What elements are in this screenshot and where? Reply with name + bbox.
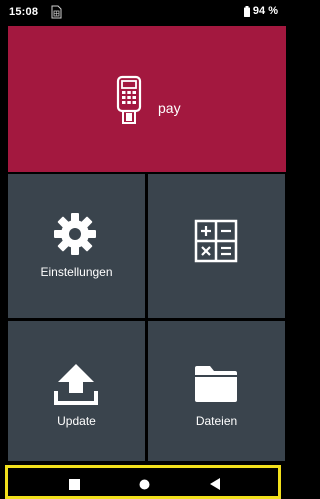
upload-icon — [54, 364, 98, 405]
recents-button[interactable] — [64, 474, 84, 494]
back-triangle-icon — [209, 478, 220, 490]
calculator-icon — [194, 219, 238, 263]
status-time: 15:08 — [9, 6, 39, 18]
files-label: Dateien — [195, 414, 238, 428]
battery-status: 94 % — [243, 5, 278, 17]
update-tile[interactable]: Update — [8, 321, 145, 461]
battery-icon — [243, 5, 250, 17]
files-tile[interactable]: Dateien — [148, 321, 285, 461]
navigation-bar — [5, 465, 281, 499]
gear-icon — [54, 213, 96, 255]
recents-square-icon — [68, 478, 80, 490]
settings-tile[interactable]: Einstellungen — [8, 174, 145, 318]
folder-icon — [195, 366, 237, 402]
home-button[interactable] — [134, 474, 154, 494]
status-bar: 15:08 94 % — [0, 0, 286, 26]
card-terminal-icon — [116, 75, 142, 124]
battery-level: 94 % — [252, 5, 278, 17]
pay-tile[interactable]: pay — [8, 26, 286, 172]
pay-label: pay — [158, 100, 181, 116]
calculator-tile[interactable] — [148, 174, 285, 318]
settings-label: Einstellungen — [40, 265, 113, 279]
back-button[interactable] — [205, 474, 225, 494]
home-circle-icon — [139, 479, 149, 489]
update-label: Update — [57, 414, 96, 428]
sim-card-icon — [51, 5, 62, 19]
